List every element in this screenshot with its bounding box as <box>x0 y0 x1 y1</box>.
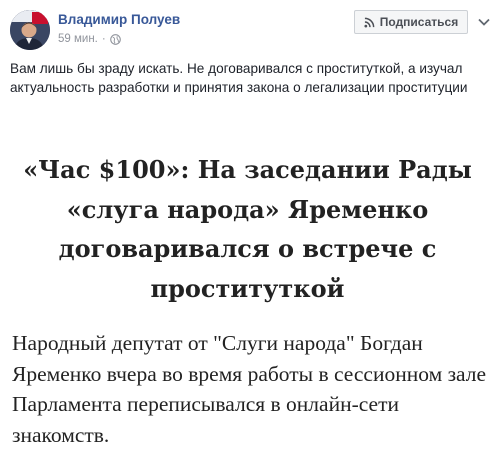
avatar[interactable] <box>10 10 50 50</box>
post-text: Вам лишь бы зраду искать. Не договаривал… <box>10 61 468 95</box>
globe-icon <box>109 33 121 45</box>
facebook-post: Владимир Полуев 59 мин. · Подписаться Ва… <box>0 0 495 468</box>
subscribe-button[interactable]: Подписаться <box>354 10 468 34</box>
post-timestamp[interactable]: 59 мин. <box>58 33 98 45</box>
article-headline: «Час $100»: На заседании Рады «слуга нар… <box>23 155 472 303</box>
author-name[interactable]: Владимир Полуев <box>58 12 180 27</box>
avatar-image <box>10 10 50 50</box>
post-header: Владимир Полуев 59 мин. · Подписаться <box>0 0 495 56</box>
subscribe-label: Подписаться <box>379 15 459 29</box>
article-lead: Народный депутат от "Слуги народа" Богда… <box>12 331 487 447</box>
meta-separator: · <box>101 33 106 45</box>
article-screenshot[interactable]: «Час $100»: На заседании Рады «слуга нар… <box>0 110 495 468</box>
post-options-button[interactable] <box>476 12 492 32</box>
rss-icon <box>364 17 375 28</box>
post-meta: 59 мин. · <box>58 33 121 45</box>
chevron-down-icon <box>478 18 490 26</box>
